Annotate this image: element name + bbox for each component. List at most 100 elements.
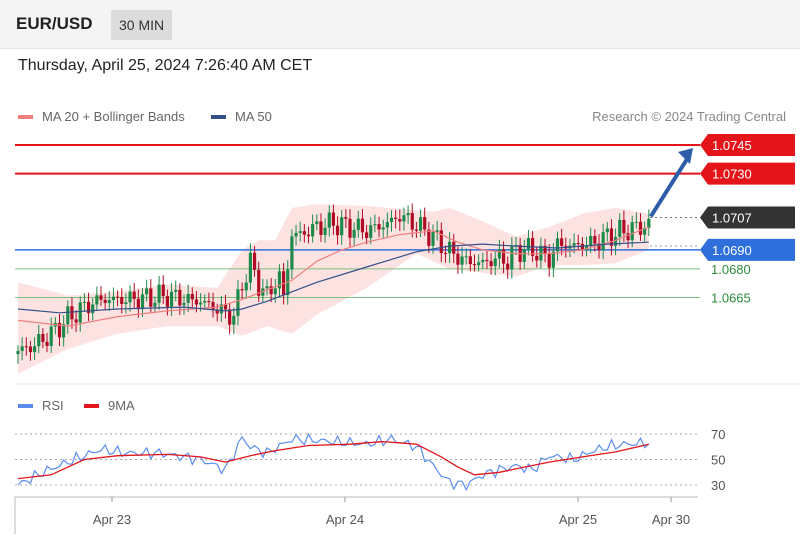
candle-body bbox=[194, 299, 199, 305]
candle-body bbox=[169, 291, 174, 307]
rsi-tick-label: 30 bbox=[711, 478, 725, 493]
target-arrow-shaft bbox=[649, 154, 691, 218]
candle-body bbox=[477, 262, 481, 266]
candle-body bbox=[273, 288, 277, 295]
candle-body bbox=[20, 346, 24, 351]
candle-body bbox=[116, 296, 120, 298]
candle-body bbox=[335, 225, 340, 236]
candle-body bbox=[526, 238, 531, 250]
candle-body bbox=[240, 289, 244, 291]
candle-body bbox=[547, 253, 551, 268]
candle-body bbox=[348, 218, 352, 238]
candle-body bbox=[124, 302, 128, 305]
candle-body bbox=[294, 232, 298, 237]
candle-body bbox=[33, 346, 37, 353]
candle-body bbox=[190, 293, 194, 300]
candle-body bbox=[165, 296, 169, 307]
candle-body bbox=[634, 221, 638, 223]
candle-body bbox=[82, 301, 86, 303]
candle-body bbox=[460, 256, 464, 265]
candle-body bbox=[207, 301, 211, 303]
rsi-tick-label: 70 bbox=[711, 427, 725, 442]
candle-body bbox=[381, 227, 385, 230]
candle-body bbox=[178, 289, 182, 306]
candle-body bbox=[302, 231, 306, 235]
candle-body bbox=[535, 255, 539, 261]
candle-body bbox=[37, 334, 41, 347]
candle-body bbox=[352, 229, 356, 238]
candle-body bbox=[472, 264, 477, 266]
candle-body bbox=[618, 219, 622, 237]
support-label: 1.0665 bbox=[711, 291, 751, 306]
candle-body bbox=[497, 249, 501, 259]
candle-body bbox=[448, 241, 452, 254]
x-tick-label: Apr 24 bbox=[326, 512, 364, 527]
x-tick-label: Apr 25 bbox=[559, 512, 597, 527]
candle-body bbox=[522, 249, 526, 262]
resistance-label: 1.0730 bbox=[712, 167, 752, 182]
x-tick-label: Apr 23 bbox=[93, 512, 131, 527]
candle-body bbox=[452, 241, 456, 254]
candle-body bbox=[232, 315, 236, 325]
candle-body bbox=[323, 227, 327, 235]
candle-body bbox=[215, 310, 219, 314]
candle-body bbox=[107, 300, 111, 303]
candle-body bbox=[394, 217, 398, 219]
candle-body bbox=[510, 246, 514, 270]
candle-body bbox=[95, 295, 99, 305]
candle-body bbox=[398, 218, 402, 222]
candle-body bbox=[203, 301, 207, 303]
candle-body bbox=[414, 229, 418, 231]
candle-body bbox=[622, 219, 626, 234]
candle-body bbox=[91, 304, 95, 314]
candle-body bbox=[199, 302, 203, 305]
price-chart[interactable]: 1.0745 1.0730 1.0707 1.0690 1.0680 1.0665 70 50… bbox=[0, 0, 800, 541]
candle-body bbox=[431, 232, 435, 246]
candle-body bbox=[410, 213, 414, 230]
candle-body bbox=[443, 253, 448, 255]
candle-body bbox=[572, 243, 576, 246]
candle-body bbox=[28, 346, 33, 353]
candle-body bbox=[41, 334, 45, 342]
candle-body bbox=[298, 231, 302, 233]
candle-body bbox=[560, 238, 564, 246]
candle-body bbox=[373, 224, 377, 226]
x-tick-label: Apr 30 bbox=[652, 512, 690, 527]
candle-body bbox=[609, 228, 614, 246]
rsi-tick-label: 50 bbox=[711, 453, 725, 468]
candle-body bbox=[402, 215, 406, 222]
candle-body bbox=[319, 221, 323, 235]
candle-body bbox=[111, 296, 116, 301]
candle-body bbox=[369, 225, 373, 238]
candle-body bbox=[74, 319, 78, 323]
candle-body bbox=[145, 288, 149, 295]
candle-body bbox=[248, 252, 252, 283]
resistance-label: 1.0745 bbox=[712, 138, 752, 153]
candle-body bbox=[647, 218, 651, 229]
candle-body bbox=[182, 302, 186, 306]
candle-body bbox=[377, 224, 381, 230]
candle-body bbox=[331, 212, 335, 226]
candle-body bbox=[157, 284, 161, 303]
rsi-ma-line bbox=[17, 440, 649, 480]
candle-body bbox=[99, 295, 103, 300]
candle-body bbox=[66, 306, 70, 325]
candle-body bbox=[493, 258, 497, 267]
candle-body bbox=[306, 234, 311, 237]
candle-body bbox=[153, 302, 157, 307]
candle-body bbox=[555, 238, 560, 252]
candle-body bbox=[605, 228, 609, 233]
candle-body bbox=[389, 217, 394, 223]
candle-body bbox=[228, 309, 232, 325]
candle-body bbox=[24, 346, 28, 348]
candle-body bbox=[186, 293, 190, 303]
candle-body bbox=[16, 350, 20, 355]
candle-body bbox=[174, 289, 178, 292]
candle-body bbox=[356, 218, 360, 230]
candle-body bbox=[630, 222, 634, 241]
candle-body bbox=[315, 221, 319, 225]
candle-body bbox=[149, 288, 153, 307]
candle-body bbox=[311, 224, 315, 237]
candle-body bbox=[365, 232, 369, 238]
candle-body bbox=[128, 291, 132, 303]
